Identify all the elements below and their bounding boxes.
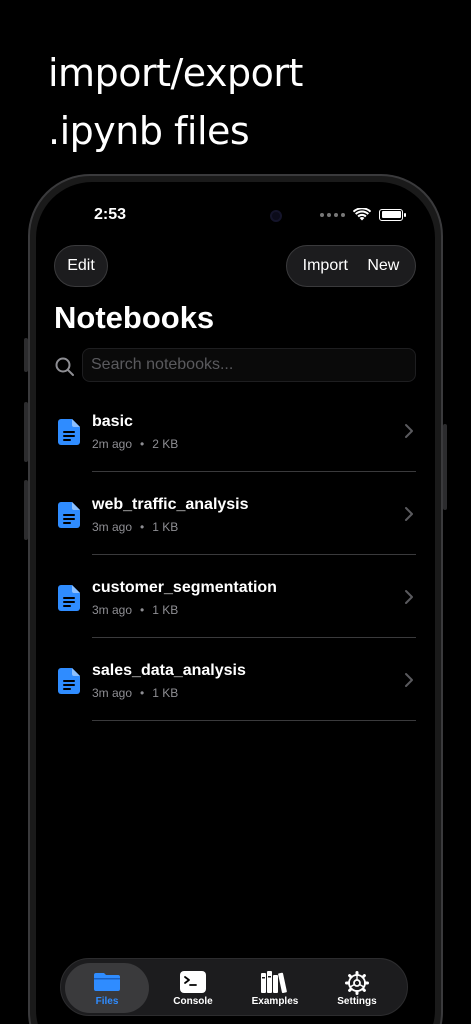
meta-separator: • (140, 437, 145, 451)
document-icon (58, 419, 80, 445)
notebook-row-web-traffic-analysis[interactable]: web_traffic_analysis 3m ago • 1 KB (36, 472, 435, 555)
camera-icon (270, 210, 282, 222)
notebook-size: 1 KB (152, 520, 179, 534)
phone-screen: 2:53 Edit Import New Notebooks Search no… (36, 182, 435, 1024)
search-icon (55, 357, 74, 376)
phone-frame: 2:53 Edit Import New Notebooks Search no… (28, 174, 443, 1024)
notebook-meta: 3m ago • 1 KB (92, 520, 178, 534)
notebook-row-customer-segmentation[interactable]: customer_segmentation 3m ago • 1 KB (36, 555, 435, 638)
new-button[interactable]: New (367, 257, 399, 275)
gear-icon (345, 971, 369, 995)
notebook-name: customer_segmentation (92, 579, 277, 596)
battery-icon (379, 208, 406, 221)
notebook-name: web_traffic_analysis (92, 496, 249, 513)
row-divider (92, 720, 416, 721)
status-indicators (320, 208, 406, 221)
notebook-row-sales-data-analysis[interactable]: sales_data_analysis 3m ago • 1 KB (36, 638, 435, 721)
promo-headline: import/export .ipynb files (48, 44, 303, 160)
tab-label: Files (95, 996, 119, 1007)
import-button[interactable]: Import (303, 257, 348, 275)
power-button (443, 424, 447, 510)
dynamic-island (186, 202, 300, 232)
meta-separator: • (140, 686, 145, 700)
chevron-right-icon (405, 424, 413, 438)
toolbar-actions: Import New (286, 245, 416, 287)
folder-icon (94, 973, 120, 991)
notebook-size: 1 KB (152, 603, 179, 617)
edit-button-label: Edit (67, 257, 95, 274)
status-time: 2:53 (94, 206, 127, 223)
notebook-modified: 3m ago (92, 603, 133, 617)
chevron-right-icon (405, 673, 413, 687)
search-input[interactable] (83, 349, 415, 381)
meta-separator: • (140, 603, 145, 617)
notebook-list: basic 2m ago • 2 KB web_traffic_analysis 3… (36, 389, 435, 721)
notebook-modified: 2m ago (92, 437, 133, 451)
notebook-modified: 3m ago (92, 686, 133, 700)
notebook-name: basic (92, 413, 133, 430)
tab-label: Examples (251, 996, 299, 1007)
books-icon (261, 971, 287, 993)
wifi-icon (353, 208, 371, 221)
notebook-meta: 2m ago • 2 KB (92, 437, 178, 451)
tab-bar: Files Console Examples Settings (60, 958, 408, 1016)
tab-settings[interactable]: Settings (315, 963, 399, 1013)
meta-separator: • (140, 520, 145, 534)
tab-label: Console (173, 996, 213, 1007)
notebook-row-basic[interactable]: basic 2m ago • 2 KB (36, 389, 435, 472)
tab-console[interactable]: Console (151, 963, 235, 1013)
notebook-name: sales_data_analysis (92, 662, 246, 679)
document-icon (58, 585, 80, 611)
document-icon (58, 668, 80, 694)
tab-files[interactable]: Files (65, 963, 149, 1013)
chevron-right-icon (405, 590, 413, 604)
promo-headline-line1: import/export (48, 51, 303, 95)
document-icon (58, 502, 80, 528)
notebook-size: 2 KB (152, 437, 179, 451)
terminal-icon (180, 971, 206, 993)
promo-headline-line2: .ipynb files (48, 109, 250, 153)
notebook-meta: 3m ago • 1 KB (92, 603, 178, 617)
page-title: Notebooks (54, 300, 215, 335)
search-field[interactable] (82, 348, 416, 382)
cellular-signal-icon (320, 212, 345, 217)
tab-label: Settings (337, 996, 377, 1007)
chevron-right-icon (405, 507, 413, 521)
notebook-meta: 3m ago • 1 KB (92, 686, 178, 700)
notebook-modified: 3m ago (92, 520, 133, 534)
tab-examples[interactable]: Examples (233, 963, 317, 1013)
edit-button[interactable]: Edit (54, 245, 108, 287)
notebook-size: 1 KB (152, 686, 179, 700)
